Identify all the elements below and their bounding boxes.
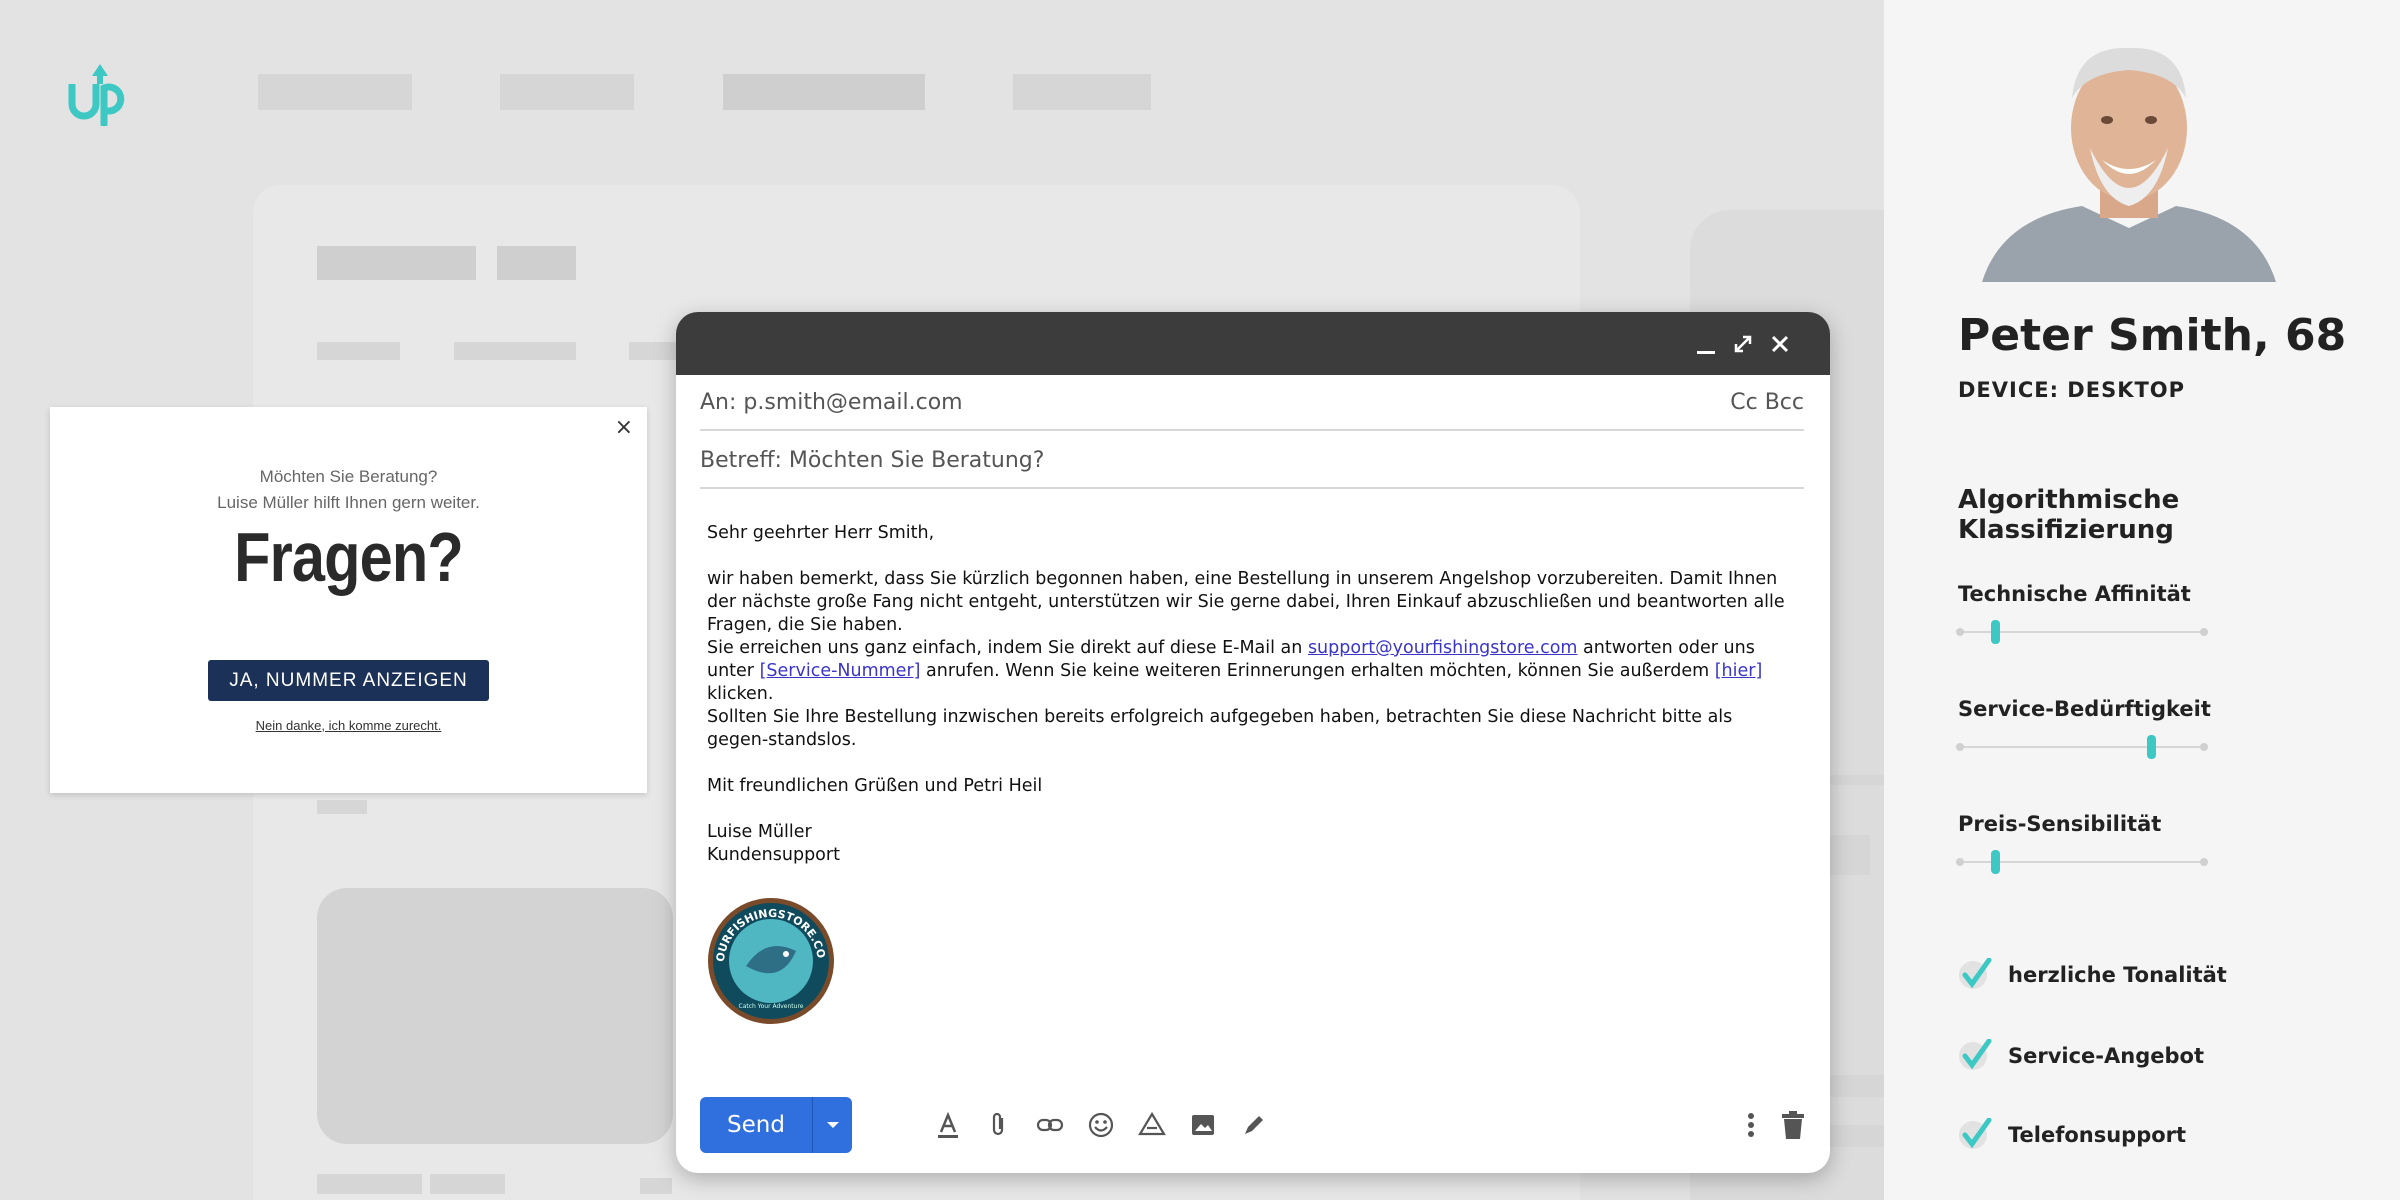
service-number-link[interactable]: [Service-Nummer]	[760, 661, 921, 681]
send-options-button[interactable]	[812, 1097, 852, 1153]
nav-placeholder	[258, 74, 412, 110]
popup-question: Möchten Sie Beratung?	[259, 467, 438, 486]
customer-device: DEVICE: DESKTOP	[1958, 378, 2186, 402]
expand-icon[interactable]	[1732, 333, 1754, 355]
paragraph-intro: wir haben bemerkt, dass Sie kürzlich beg…	[707, 569, 1785, 635]
emoji-icon[interactable]	[1086, 1110, 1116, 1140]
slider-knob	[1991, 620, 2001, 644]
store-seal-logo: YOURFISHINGSTORE.COM Catch Your Adventur…	[706, 896, 834, 1024]
advice-popup: × Möchten Sie Beratung? Luise Müller hil…	[50, 407, 647, 793]
up-logo-icon	[68, 64, 125, 126]
paragraph-contact: Sie erreichen uns ganz einfach, indem Si…	[707, 638, 1763, 704]
nav-placeholder	[1013, 74, 1151, 110]
customer-name: Peter Smith, 68	[1958, 310, 2347, 361]
check-icon	[1959, 1118, 1992, 1149]
paragraph-disclaimer: Sollten Sie Ihre Bestellung inzwischen b…	[707, 707, 1733, 750]
signature-name: Luise Müller	[707, 822, 812, 842]
check-label: herzliche Tonalität	[2008, 963, 2227, 987]
email-compose-window: An: p.smith@email.com Cc Bcc Betreff: Mö…	[676, 312, 1830, 1173]
support-email-link[interactable]: support@yourfishingstore.com	[1308, 638, 1578, 658]
text-format-icon[interactable]	[933, 1110, 963, 1140]
show-number-button[interactable]: JA, NUMMER ANZEIGEN	[208, 660, 489, 701]
email-body[interactable]: Sehr geehrter Herr Smith, wir haben beme…	[707, 522, 1797, 867]
drive-icon[interactable]	[1137, 1110, 1167, 1140]
chevron-down-icon	[826, 1122, 839, 1128]
metric-label-price-sensitivity: Preis-Sensibilität	[1958, 812, 2162, 836]
text-placeholder	[640, 1178, 672, 1194]
trash-icon[interactable]	[1780, 1110, 1806, 1140]
text-placeholder	[1830, 835, 1870, 875]
metric-slider-tech-affinity	[1956, 620, 2208, 644]
check-item: herzliche Tonalität	[1958, 958, 2227, 992]
check-label: Telefonsupport	[2008, 1123, 2187, 1147]
metric-slider-price-sensitivity	[1956, 850, 2208, 874]
closing: Mit freundlichen Grüßen und Petri Heil	[707, 776, 1043, 796]
link-icon[interactable]	[1035, 1110, 1065, 1140]
subject-value: Betreff: Möchten Sie Beratung?	[700, 447, 1045, 473]
check-label: Service-Angebot	[2008, 1044, 2204, 1068]
text-placeholder	[1830, 775, 1890, 785]
text-placeholder	[430, 1174, 505, 1194]
metric-label-tech-affinity: Technische Affinität	[1958, 582, 2191, 606]
subject-field[interactable]: Betreff: Möchten Sie Beratung?	[700, 433, 1804, 489]
greeting: Sehr geehrter Herr Smith,	[707, 523, 935, 543]
metric-label-service-need: Service-Bedürftigkeit	[1958, 697, 2211, 721]
recipient-field[interactable]: An: p.smith@email.com Cc Bcc	[700, 375, 1804, 431]
image-icon[interactable]	[1188, 1110, 1218, 1140]
attach-icon[interactable]	[984, 1110, 1014, 1140]
slider-knob	[2146, 735, 2156, 759]
text-placeholder	[317, 1174, 422, 1194]
text-placeholder	[497, 246, 576, 280]
dismiss-link[interactable]: Nein danke, ich komme zurecht.	[50, 718, 647, 733]
seal-subtext: Catch Your Adventure	[739, 1003, 804, 1010]
popup-helper-text: Luise Müller hilft Ihnen gern weiter.	[217, 493, 480, 512]
classification-title: Algorithmische Klassifizierung	[1958, 485, 2180, 545]
signature-pen-icon[interactable]	[1239, 1110, 1269, 1140]
compose-titlebar	[676, 312, 1830, 375]
check-icon	[1959, 958, 1992, 989]
slider-knob	[1991, 850, 2001, 874]
text-placeholder	[317, 342, 400, 360]
recipient-value: An: p.smith@email.com	[700, 389, 963, 415]
avatar	[1982, 28, 2276, 282]
popup-close-button[interactable]: ×	[615, 415, 633, 440]
image-placeholder	[317, 888, 673, 1144]
check-icon	[1959, 1039, 1992, 1070]
minimize-icon[interactable]	[1695, 336, 1717, 358]
text-placeholder	[317, 800, 367, 814]
check-item: Telefonsupport	[1958, 1118, 2186, 1152]
compose-toolbar: Send	[700, 1097, 1806, 1153]
nav-placeholder	[723, 74, 925, 110]
check-item: Service-Angebot	[1958, 1039, 2204, 1073]
popup-headline: Fragen?	[234, 518, 464, 596]
unsubscribe-link[interactable]: [hier]	[1715, 661, 1763, 681]
signature-role: Kundensupport	[707, 845, 840, 865]
send-button[interactable]: Send	[700, 1097, 812, 1153]
metric-slider-service-need	[1956, 735, 2208, 759]
cc-bcc-toggle[interactable]: Cc Bcc	[1730, 390, 1804, 415]
nav-placeholder	[500, 74, 634, 110]
more-options-icon[interactable]	[1746, 1110, 1756, 1140]
customer-profile-panel: Peter Smith, 68 DEVICE: DESKTOP Algorith…	[1884, 0, 2400, 1200]
text-placeholder	[317, 246, 476, 280]
text-placeholder	[454, 342, 576, 360]
close-icon[interactable]	[1769, 333, 1791, 355]
